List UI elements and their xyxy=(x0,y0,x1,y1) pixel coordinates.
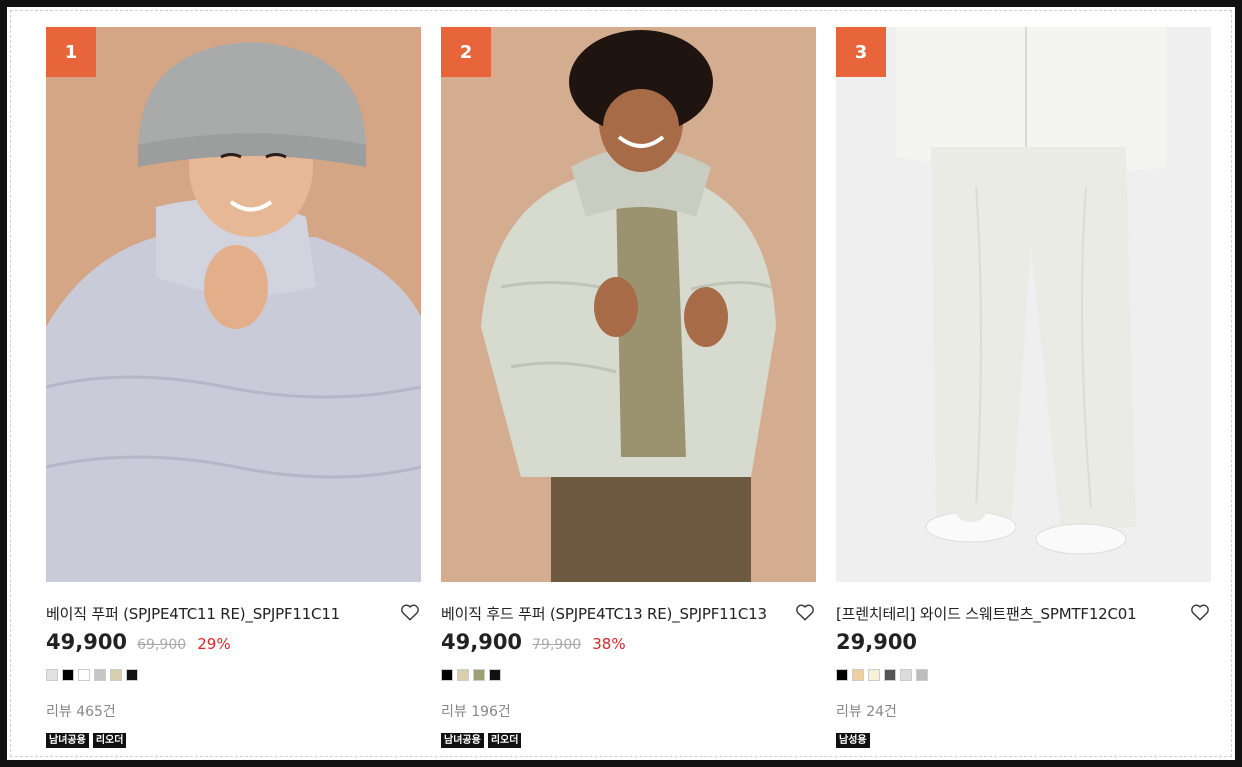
product-name-row: 베이직 후드 푸퍼 (SPJPE4TC13 RE)_SPJPF11C13 xyxy=(441,601,816,625)
color-swatch[interactable] xyxy=(78,669,90,681)
color-swatch[interactable] xyxy=(62,669,74,681)
product-photo-puffer-jacket xyxy=(46,27,421,582)
color-swatches xyxy=(441,669,501,683)
color-swatch[interactable] xyxy=(916,669,928,681)
rank-badge: 3 xyxy=(836,27,886,77)
heart-icon[interactable] xyxy=(794,601,816,623)
product-card[interactable]: 3 [프렌치테리] 와이드 스웨트팬츠_SPMTF12C01 29,900 리뷰… xyxy=(836,27,1211,757)
heart-icon[interactable] xyxy=(1189,601,1211,623)
color-swatch[interactable] xyxy=(868,669,880,681)
product-card[interactable]: 2 베이직 후드 푸퍼 (SPJPE4TC13 RE)_SPJPF11C13 4… xyxy=(441,27,816,757)
product-name[interactable]: 베이직 후드 푸퍼 (SPJPE4TC13 RE)_SPJPF11C13 xyxy=(441,603,767,624)
color-swatch[interactable] xyxy=(473,669,485,681)
product-name-row: [프렌치테리] 와이드 스웨트팬츠_SPMTF12C01 xyxy=(836,601,1211,625)
rank-badge: 1 xyxy=(46,27,96,77)
product-name[interactable]: [프렌치테리] 와이드 스웨트팬츠_SPMTF12C01 xyxy=(836,603,1137,624)
product-image-link[interactable]: 2 xyxy=(441,27,816,582)
color-swatch[interactable] xyxy=(489,669,501,681)
product-tags: 남녀공용 리오더 xyxy=(46,733,127,748)
sale-price: 29,900 xyxy=(836,630,918,654)
color-swatch[interactable] xyxy=(900,669,912,681)
product-photo-sweatpants xyxy=(836,27,1211,582)
product-photo-hood-puffer xyxy=(441,27,816,582)
product-tags: 남성용 xyxy=(836,733,870,748)
product-card[interactable]: 1 베이직 푸퍼 (SPJPE4TC11 RE)_SPJPF11C11 49,9… xyxy=(46,27,421,757)
color-swatch[interactable] xyxy=(884,669,896,681)
tag-label: 리오더 xyxy=(487,733,522,748)
price-row: 49,900 69,900 29% xyxy=(46,630,231,660)
rank-badge: 2 xyxy=(441,27,491,77)
color-swatch[interactable] xyxy=(441,669,453,681)
color-swatch[interactable] xyxy=(836,669,848,681)
original-price: 69,900 xyxy=(137,637,187,653)
discount-rate: 38% xyxy=(592,635,626,653)
heart-icon[interactable] xyxy=(399,601,421,623)
color-swatch[interactable] xyxy=(457,669,469,681)
review-count: 리뷰 24건 xyxy=(836,704,897,720)
tag-label: 남녀공용 xyxy=(46,733,89,748)
color-swatch[interactable] xyxy=(94,669,106,681)
product-grid: 1 베이직 푸퍼 (SPJPE4TC11 RE)_SPJPF11C11 49,9… xyxy=(46,27,1212,767)
tag-label: 리오더 xyxy=(92,733,127,748)
product-name[interactable]: 베이직 푸퍼 (SPJPE4TC11 RE)_SPJPF11C11 xyxy=(46,603,340,624)
price-row: 49,900 79,900 38% xyxy=(441,630,626,660)
product-image-link[interactable]: 1 xyxy=(46,27,421,582)
review-count: 리뷰 196건 xyxy=(441,704,511,720)
color-swatch[interactable] xyxy=(46,669,58,681)
color-swatches xyxy=(836,669,928,683)
screenshot-frame: 1 베이직 푸퍼 (SPJPE4TC11 RE)_SPJPF11C11 49,9… xyxy=(0,0,1242,767)
sale-price: 49,900 xyxy=(441,630,523,654)
product-image-link[interactable]: 3 xyxy=(836,27,1211,582)
color-swatch[interactable] xyxy=(110,669,122,681)
color-swatches xyxy=(46,669,138,683)
sale-price: 49,900 xyxy=(46,630,128,654)
original-price: 79,900 xyxy=(532,637,582,653)
tag-label: 남성용 xyxy=(836,733,870,748)
price-row: 29,900 xyxy=(836,630,917,660)
discount-rate: 29% xyxy=(197,635,231,653)
color-swatch[interactable] xyxy=(126,669,138,681)
product-tags: 남녀공용 리오더 xyxy=(441,733,522,748)
color-swatch[interactable] xyxy=(852,669,864,681)
product-name-row: 베이직 푸퍼 (SPJPE4TC11 RE)_SPJPF11C11 xyxy=(46,601,421,625)
review-count: 리뷰 465건 xyxy=(46,704,116,720)
tag-label: 남녀공용 xyxy=(441,733,484,748)
